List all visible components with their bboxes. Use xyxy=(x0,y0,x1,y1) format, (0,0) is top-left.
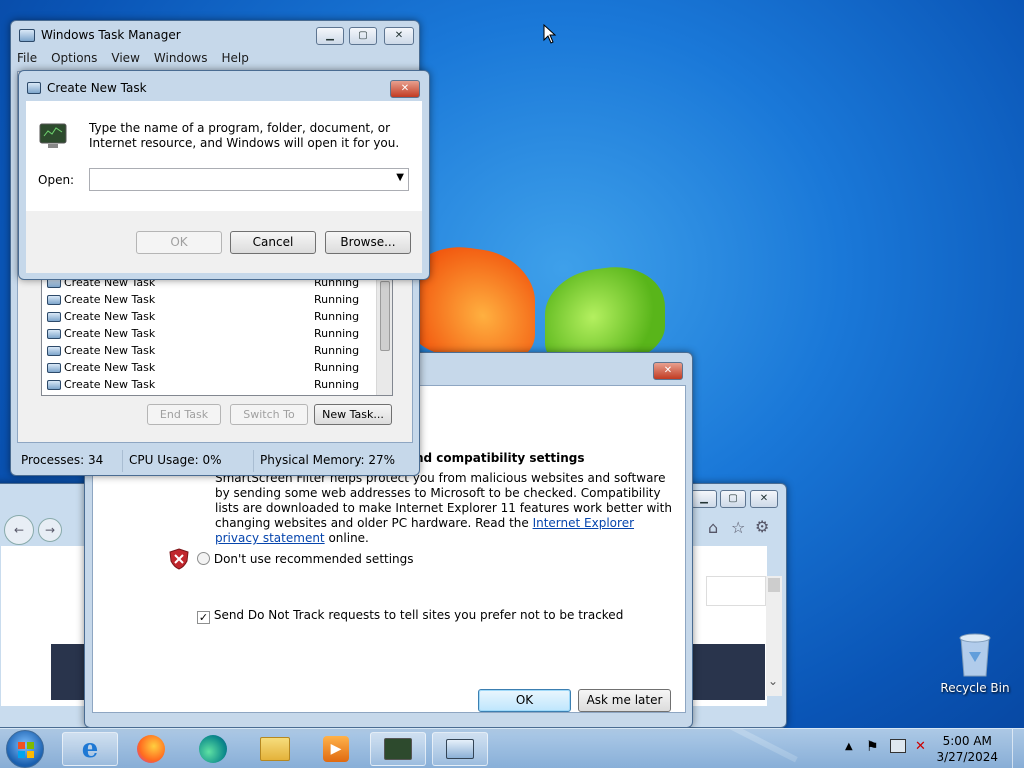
menu-help[interactable]: Help xyxy=(221,51,248,65)
do-not-track-option[interactable]: ✓ Send Do Not Track requests to tell sit… xyxy=(197,608,623,624)
task-manager-icon[interactable] xyxy=(370,732,426,766)
menu-file[interactable]: File xyxy=(17,51,37,65)
maximize-button[interactable]: ▢ xyxy=(720,490,746,508)
ie-ok-button[interactable]: OK xyxy=(478,689,571,712)
create-task-close-button[interactable]: ✕ xyxy=(390,80,420,98)
settings-gear-icon[interactable]: ⚙ xyxy=(755,517,769,536)
app-icon xyxy=(47,345,61,356)
app-icon xyxy=(47,328,61,339)
browse-button[interactable]: Browse... xyxy=(325,231,411,254)
action-center-flag-icon[interactable]: ⚑ xyxy=(866,739,879,755)
menu-view[interactable]: View xyxy=(111,51,139,65)
clock-time: 5:00 AM xyxy=(942,734,992,748)
create-task-cancel-button[interactable]: Cancel xyxy=(230,231,316,254)
tm-close-button[interactable]: ✕ xyxy=(384,27,414,45)
create-task-title: Create New Task xyxy=(47,81,147,95)
scrollbar-thumb[interactable] xyxy=(380,281,390,351)
ie-dialog-heading: nd compatibility settings xyxy=(415,451,585,465)
task-manager-menubar: File Options View Windows Help xyxy=(17,51,249,65)
program-monitor-icon xyxy=(38,122,70,150)
close-button[interactable]: ✕ xyxy=(750,490,778,508)
app-icon xyxy=(47,362,61,373)
list-item[interactable]: Create New Task Running xyxy=(47,359,377,376)
applications-list[interactable]: Create New Task Running Create New Task Ru… xyxy=(41,277,393,396)
task-manager-title: Windows Task Manager xyxy=(41,28,181,42)
dont-use-radio[interactable] xyxy=(197,552,210,565)
back-icon[interactable]: ← xyxy=(4,515,34,545)
open-label: Open: xyxy=(38,173,75,187)
tm-maximize-button[interactable]: ▢ xyxy=(349,27,377,45)
network-icon[interactable] xyxy=(890,739,906,753)
end-task-button[interactable]: End Task xyxy=(147,404,221,425)
ask-me-later-button[interactable]: Ask me later xyxy=(578,689,671,712)
chevron-down-icon[interactable]: ▼ xyxy=(396,172,404,183)
shield-warning-icon xyxy=(169,548,189,570)
file-explorer-icon[interactable] xyxy=(247,732,303,766)
app-icon xyxy=(47,379,61,390)
minimize-button[interactable]: ▁ xyxy=(691,490,717,508)
run-dialog-icon[interactable] xyxy=(432,732,488,766)
forward-icon[interactable]: → xyxy=(38,518,62,542)
show-desktop-button[interactable] xyxy=(1012,729,1024,768)
create-task-ok-button[interactable]: OK xyxy=(136,231,222,254)
app-icon xyxy=(47,311,61,322)
page-scrollbar[interactable]: ⌄ xyxy=(766,576,782,696)
dont-use-recommended-option[interactable]: Don't use recommended settings xyxy=(197,552,414,566)
media-player-icon[interactable]: ▶ xyxy=(308,732,364,766)
volume-muted-icon[interactable]: ✕ xyxy=(915,739,926,754)
status-memory: Physical Memory: 27% xyxy=(260,453,396,467)
start-orb-icon[interactable] xyxy=(6,730,44,768)
open-combobox[interactable]: ▼ xyxy=(89,168,409,191)
list-item[interactable]: Create New Task Running xyxy=(47,308,377,325)
new-task-button[interactable]: New Task... xyxy=(314,404,392,425)
list-item[interactable]: Create New Task Running xyxy=(47,291,377,308)
do-not-track-checkbox[interactable]: ✓ xyxy=(197,611,210,624)
create-task-description: Type the name of a program, folder, docu… xyxy=(89,121,400,150)
task-manager-icon xyxy=(19,28,35,42)
ie-dialog-description: SmartScreen Filter helps protect you fro… xyxy=(215,471,672,545)
edge-icon[interactable] xyxy=(185,732,241,766)
taskbar-clock[interactable]: 5:00 AM 3/27/2024 xyxy=(936,733,998,765)
tray-chevron-up-icon[interactable]: ▲ xyxy=(845,741,853,752)
status-processes: Processes: 34 xyxy=(15,450,123,472)
create-task-white-panel xyxy=(26,101,422,211)
run-icon xyxy=(27,82,41,94)
recycle-bin-label: Recycle Bin xyxy=(940,681,1010,695)
internet-explorer-icon[interactable]: e xyxy=(62,732,118,766)
firefox-icon[interactable] xyxy=(123,732,179,766)
tm-minimize-button[interactable]: ▁ xyxy=(316,27,344,45)
app-icon xyxy=(47,294,61,305)
list-item[interactable]: Create New Task Running xyxy=(47,325,377,342)
clock-date: 3/27/2024 xyxy=(936,750,998,764)
ie-dialog-close-button[interactable]: ✕ xyxy=(653,362,683,380)
recycle-bin-icon xyxy=(959,633,991,677)
menu-windows[interactable]: Windows xyxy=(154,51,208,65)
home-icon[interactable]: ⌂ xyxy=(708,518,718,537)
create-task-titlebar[interactable]: Create New Task xyxy=(19,74,429,102)
mouse-cursor-icon xyxy=(543,24,557,44)
menu-options[interactable]: Options xyxy=(51,51,97,65)
list-scrollbar[interactable] xyxy=(376,278,392,395)
list-item[interactable]: Create New Task Running xyxy=(47,342,377,359)
recycle-bin[interactable]: Recycle Bin xyxy=(940,630,1010,700)
list-item[interactable]: Create New Task Running xyxy=(47,376,377,393)
favorites-icon[interactable]: ☆ xyxy=(731,518,745,537)
taskbar: e ▶ ▲ ⚑ ✕ 5:00 AM 3/27/2024 xyxy=(0,728,1024,768)
switch-to-button[interactable]: Switch To xyxy=(230,404,308,425)
task-manager-statusbar: Processes: 34 CPU Usage: 0% Physical Mem… xyxy=(15,450,415,472)
status-cpu: CPU Usage: 0% xyxy=(123,450,254,472)
